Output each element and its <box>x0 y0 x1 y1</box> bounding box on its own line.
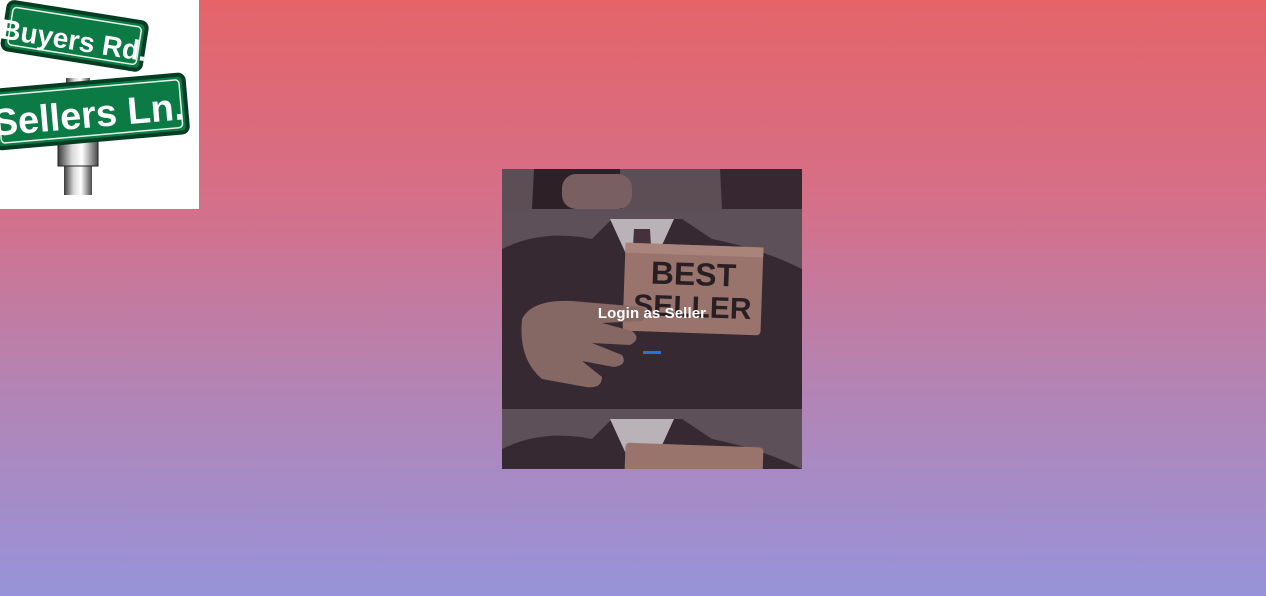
site-logo[interactable]: Buyers Rd. Sellers Ln. <box>0 0 199 209</box>
login-as-seller-card[interactable]: BEST SELLER Login as Seller <box>502 169 802 469</box>
label-accent-underline <box>643 351 661 354</box>
street-sign-logo-graphic: Buyers Rd. Sellers Ln. <box>0 0 190 195</box>
login-as-seller-label[interactable]: Login as Seller <box>502 305 802 322</box>
